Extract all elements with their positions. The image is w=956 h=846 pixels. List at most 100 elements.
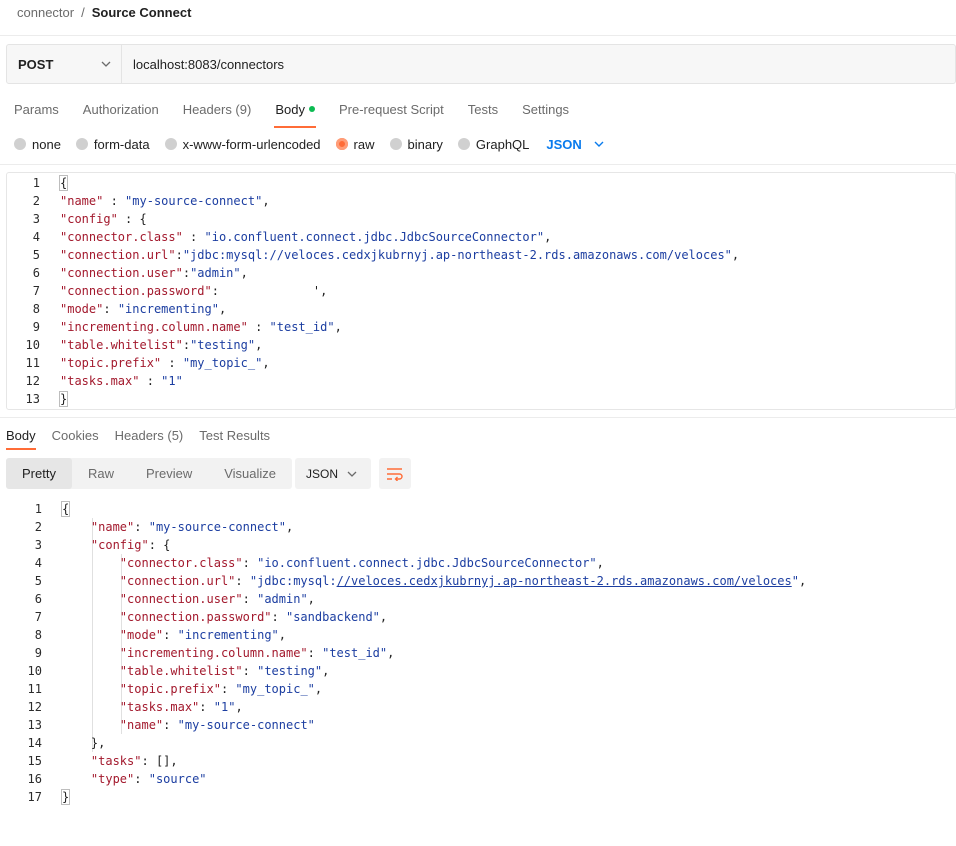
code-line: 1{ bbox=[4, 174, 739, 192]
radio-button-icon bbox=[14, 138, 26, 150]
code-line: 17} bbox=[6, 788, 806, 806]
tab-headers[interactable]: Headers (9) bbox=[183, 102, 252, 117]
body-language-select[interactable]: JSON bbox=[546, 136, 604, 152]
code-line: 3 "config" : { bbox=[4, 210, 739, 228]
tab-settings[interactable]: Settings bbox=[522, 102, 569, 117]
tab-authorization[interactable]: Authorization bbox=[83, 102, 159, 117]
code-line: 7 "connection.password": ', bbox=[4, 282, 739, 300]
line-number: 14 bbox=[27, 736, 42, 750]
line-number: 13 bbox=[25, 392, 40, 406]
code-text: "tasks": [], bbox=[90, 754, 178, 768]
radio-label: GraphQL bbox=[475, 136, 530, 152]
tab-label: Headers (9) bbox=[182, 101, 252, 117]
code-text: "connection.user":"admin", bbox=[60, 266, 248, 280]
radio-none[interactable]: none bbox=[14, 137, 61, 152]
code-line: 8 "mode": "incrementing", bbox=[4, 300, 739, 318]
code-line: 5 "connection.url":"jdbc:mysql://veloces.… bbox=[4, 246, 739, 264]
line-number: 1 bbox=[32, 176, 40, 190]
line-number: 9 bbox=[34, 646, 42, 660]
response-divider bbox=[0, 417, 956, 418]
code-text: "topic.prefix": "my_topic_", bbox=[119, 682, 323, 696]
code-text: { bbox=[58, 175, 69, 191]
code-line: 4 "connector.class" : "io.confluent.conne… bbox=[4, 228, 739, 246]
code-line: 15 "tasks": [], bbox=[6, 752, 806, 770]
view-visualize-button[interactable]: Visualize bbox=[208, 458, 292, 489]
response-tabs: Body Cookies Headers (5) Test Results bbox=[6, 427, 270, 450]
response-language-label: JSON bbox=[306, 466, 339, 481]
view-preview-button[interactable]: Preview bbox=[130, 458, 208, 489]
word-wrap-button[interactable] bbox=[379, 458, 411, 489]
chevron-down-icon bbox=[101, 61, 111, 67]
code-line: 10 "table.whitelist": "testing", bbox=[6, 662, 806, 680]
request-body-code[interactable]: 1{2 "name" : "my-source-connect", 3 "config… bbox=[4, 174, 739, 408]
code-line: 7 "connection.password": "sandbackend", bbox=[6, 608, 806, 626]
request-title[interactable]: Source Connect bbox=[92, 5, 192, 20]
radio-button-icon bbox=[164, 138, 177, 150]
code-text: "table.whitelist": "testing", bbox=[119, 664, 330, 678]
code-line: 2 "name" : "my-source-connect", bbox=[4, 192, 739, 210]
radio-button-icon bbox=[457, 138, 470, 150]
tab-params[interactable]: Params bbox=[14, 102, 59, 117]
radio-x-www-form-urlencoded[interactable]: x-www-form-urlencoded bbox=[164, 137, 321, 152]
word-wrap-icon bbox=[387, 467, 403, 481]
tab-tests[interactable]: Tests bbox=[468, 102, 498, 117]
editor-divider bbox=[0, 164, 956, 165]
radio-raw[interactable]: raw bbox=[335, 137, 375, 152]
code-line: 12 "tasks.max": "1", bbox=[6, 698, 806, 716]
line-number: 1 bbox=[34, 502, 42, 516]
chevron-down-icon bbox=[347, 471, 357, 477]
code-line: 14 }, bbox=[6, 734, 806, 752]
tab-body[interactable]: Body bbox=[274, 102, 316, 128]
header-divider bbox=[0, 35, 956, 36]
line-number: 10 bbox=[27, 664, 42, 678]
code-line: 11 "topic.prefix": "my_topic_", bbox=[6, 680, 806, 698]
tab-label: Settings bbox=[522, 101, 570, 117]
code-line: 13 "name": "my-source-connect" bbox=[6, 716, 806, 734]
line-number: 5 bbox=[34, 574, 42, 588]
response-tab-body[interactable]: Body bbox=[6, 428, 36, 450]
line-number: 8 bbox=[34, 628, 42, 642]
line-number: 11 bbox=[27, 682, 42, 696]
breadcrumb-collection[interactable]: connector bbox=[17, 5, 74, 20]
chevron-down-icon bbox=[594, 141, 604, 147]
line-number: 17 bbox=[27, 790, 42, 804]
code-line: 9 "incrementing.column.name": "test_id", bbox=[6, 644, 806, 662]
code-line: 12 "tasks.max" : "1" bbox=[4, 372, 739, 390]
code-line: 1{ bbox=[6, 500, 806, 518]
response-language-select[interactable]: JSON bbox=[295, 458, 371, 489]
code-text: "connection.password": "sandbackend", bbox=[119, 610, 388, 624]
line-number: 5 bbox=[32, 248, 40, 262]
method-select[interactable]: POST bbox=[7, 45, 122, 83]
line-number: 11 bbox=[25, 356, 40, 370]
tab-label: Pre-request Script bbox=[338, 101, 444, 117]
line-number: 15 bbox=[27, 754, 42, 768]
radio-button-icon bbox=[75, 138, 88, 150]
code-text: "name": "my-source-connect" bbox=[119, 718, 315, 732]
code-line: 6 "connection.user": "admin", bbox=[6, 590, 806, 608]
tab-pre-request-script[interactable]: Pre-request Script bbox=[339, 102, 444, 117]
url-input[interactable]: localhost:8083/connectors bbox=[122, 45, 955, 83]
view-pretty-button[interactable]: Pretty bbox=[6, 458, 72, 489]
line-number: 2 bbox=[34, 520, 42, 534]
body-language-label: JSON bbox=[546, 136, 582, 152]
code-text: "tasks.max" : "1" bbox=[60, 374, 183, 388]
request-bar: POST localhost:8083/connectors bbox=[6, 44, 956, 84]
line-number: 3 bbox=[34, 538, 42, 552]
code-text: "connector.class": "io.confluent.connect… bbox=[119, 556, 604, 570]
line-number: 2 bbox=[32, 194, 40, 208]
response-tab-headers[interactable]: Headers (5) bbox=[115, 428, 184, 443]
line-number: 12 bbox=[25, 374, 40, 388]
response-tab-test-results[interactable]: Test Results bbox=[199, 428, 270, 443]
line-number: 8 bbox=[32, 302, 40, 316]
code-line: 6 "connection.user":"admin", bbox=[4, 264, 739, 282]
tab-label: Tests bbox=[467, 101, 499, 117]
code-text: "name": "my-source-connect", bbox=[90, 520, 294, 534]
view-raw-button[interactable]: Raw bbox=[72, 458, 130, 489]
code-line: 2 "name": "my-source-connect", bbox=[6, 518, 806, 536]
radio-label: form-data bbox=[93, 136, 150, 152]
tab-label: Params bbox=[14, 101, 59, 117]
radio-graphql[interactable]: GraphQL bbox=[457, 136, 530, 152]
response-tab-cookies[interactable]: Cookies bbox=[52, 428, 99, 443]
radio-form-data[interactable]: form-data bbox=[75, 136, 150, 152]
radio-binary[interactable]: binary bbox=[389, 137, 443, 152]
